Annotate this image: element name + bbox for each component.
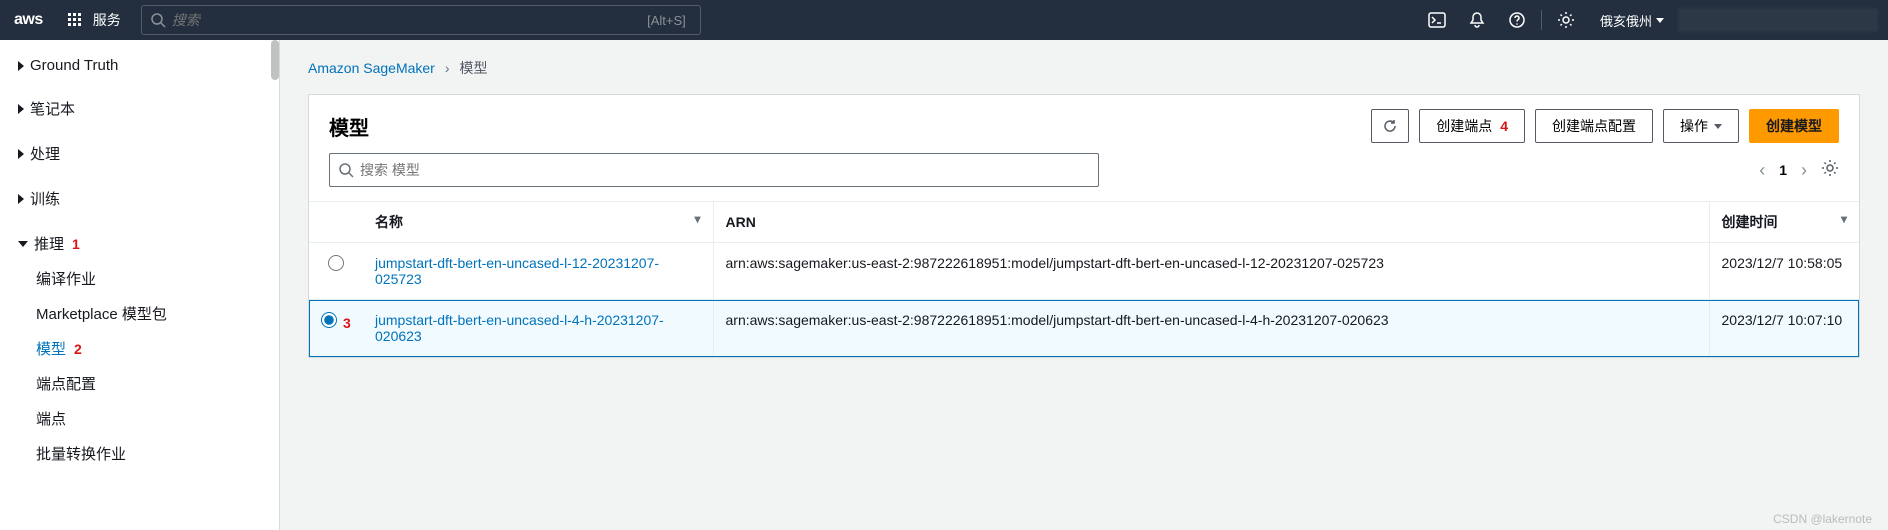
chevron-down-icon: [1714, 124, 1722, 129]
model-name-link[interactable]: jumpstart-dft-bert-en-uncased-l-12-20231…: [375, 255, 659, 287]
chevron-right-icon: [18, 149, 24, 159]
page-number: 1: [1779, 162, 1787, 178]
actions-button[interactable]: 操作: [1663, 109, 1739, 143]
search-icon: [338, 162, 354, 178]
chevron-right-icon: [18, 194, 24, 204]
search-shortcut-hint: [Alt+S]: [647, 13, 692, 28]
model-created: 2023/12/7 10:58:05: [1709, 243, 1859, 300]
model-arn: arn:aws:sagemaker:us-east-2:987222618951…: [713, 300, 1709, 357]
sidebar-item-endpoints[interactable]: 端点: [0, 401, 279, 436]
annotation-2: 2: [74, 341, 82, 357]
table-row[interactable]: 3 jumpstart-dft-bert-en-uncased-l-4-h-20…: [309, 300, 1859, 357]
refresh-icon: [1382, 118, 1398, 134]
notifications-icon[interactable]: [1457, 0, 1497, 40]
refresh-button[interactable]: [1371, 109, 1409, 143]
watermark: CSDN @lakernote: [1773, 512, 1872, 526]
sidebar-item-endpoint-configs[interactable]: 端点配置: [0, 366, 279, 401]
col-name-header[interactable]: 名称 ▾: [363, 202, 713, 243]
global-search-input[interactable]: [166, 12, 647, 28]
scrollbar-thumb[interactable]: [271, 40, 279, 80]
chevron-down-icon: [18, 241, 28, 247]
model-name-link[interactable]: jumpstart-dft-bert-en-uncased-l-4-h-2023…: [375, 312, 664, 344]
sort-icon: ▾: [694, 212, 700, 226]
aws-logo[interactable]: aws: [0, 11, 57, 29]
annotation-1: 1: [72, 236, 80, 252]
models-panel: 模型 创建端点 4 创建端点配置 操作 创建模型: [308, 94, 1860, 358]
sidebar-item-batch-transform[interactable]: 批量转换作业: [0, 436, 279, 471]
col-select: [309, 202, 363, 243]
create-model-button[interactable]: 创建模型: [1749, 109, 1839, 143]
services-grid-icon[interactable]: [57, 12, 93, 28]
global-search[interactable]: [Alt+S]: [141, 5, 701, 35]
sidebar-item-models[interactable]: 模型 2: [0, 331, 279, 366]
panel-toolbar: ‹ 1 ›: [309, 153, 1859, 201]
top-icon-bar: 俄亥俄州: [1417, 0, 1888, 40]
search-icon: [150, 12, 166, 28]
annotation-3: 3: [343, 315, 351, 331]
panel-header: 模型 创建端点 4 创建端点配置 操作 创建模型: [309, 95, 1859, 153]
top-navbar: aws 服务 [Alt+S] 俄亥俄州: [0, 0, 1888, 40]
breadcrumb-root[interactable]: Amazon SageMaker: [308, 60, 435, 76]
settings-icon[interactable]: [1546, 0, 1586, 40]
col-arn-header[interactable]: ARN: [713, 202, 1709, 243]
sidebar-item-inference[interactable]: 推理 1: [0, 226, 279, 261]
sidebar-item-ground-truth[interactable]: Ground Truth: [0, 50, 279, 81]
breadcrumb-current: 模型: [460, 58, 488, 78]
page-next[interactable]: ›: [1801, 160, 1807, 181]
services-label[interactable]: 服务: [93, 10, 135, 30]
create-endpoint-config-button[interactable]: 创建端点配置: [1535, 109, 1653, 143]
row-select-radio[interactable]: [321, 312, 337, 328]
sidebar-item-training[interactable]: 训练: [0, 181, 279, 216]
create-endpoint-button[interactable]: 创建端点 4: [1419, 109, 1525, 143]
chevron-right-icon: [18, 61, 24, 71]
model-created: 2023/12/7 10:07:10: [1709, 300, 1859, 357]
table-row[interactable]: jumpstart-dft-bert-en-uncased-l-12-20231…: [309, 243, 1859, 300]
model-arn: arn:aws:sagemaker:us-east-2:987222618951…: [713, 243, 1709, 300]
sidebar-item-compile-jobs[interactable]: 编译作业: [0, 261, 279, 296]
help-icon[interactable]: [1497, 0, 1537, 40]
sidebar-item-processing[interactable]: 处理: [0, 136, 279, 171]
gear-icon: [1821, 159, 1839, 177]
cloudshell-icon[interactable]: [1417, 0, 1457, 40]
region-selector[interactable]: 俄亥俄州: [1586, 11, 1678, 30]
separator: [1541, 10, 1542, 30]
sidebar-item-marketplace-packages[interactable]: Marketplace 模型包: [0, 296, 279, 331]
col-created-header[interactable]: 创建时间 ▾: [1709, 202, 1859, 243]
main-content: Amazon SageMaker › 模型 模型 创建端点 4 创建端点配置 操…: [280, 40, 1888, 530]
table-settings-button[interactable]: [1821, 159, 1839, 182]
annotation-4: 4: [1500, 118, 1508, 134]
row-select-radio[interactable]: [328, 255, 344, 271]
sidebar: Ground Truth 笔记本 处理 训练 推理 1 编译作业 Marketp…: [0, 40, 280, 530]
chevron-right-icon: ›: [445, 60, 450, 76]
panel-title: 模型: [329, 112, 1361, 141]
sort-icon: ▾: [1841, 212, 1847, 226]
chevron-right-icon: [18, 104, 24, 114]
breadcrumb: Amazon SageMaker › 模型: [308, 58, 1860, 78]
models-table: 名称 ▾ ARN 创建时间 ▾ jumpstart-dft-bert-en-un…: [309, 201, 1859, 357]
model-search[interactable]: [329, 153, 1099, 187]
sidebar-item-notebook[interactable]: 笔记本: [0, 91, 279, 126]
pagination: ‹ 1 ›: [1759, 159, 1839, 182]
page-prev[interactable]: ‹: [1759, 160, 1765, 181]
account-menu[interactable]: [1678, 8, 1878, 32]
chevron-down-icon: [1656, 18, 1664, 23]
model-search-input[interactable]: [354, 162, 1090, 178]
